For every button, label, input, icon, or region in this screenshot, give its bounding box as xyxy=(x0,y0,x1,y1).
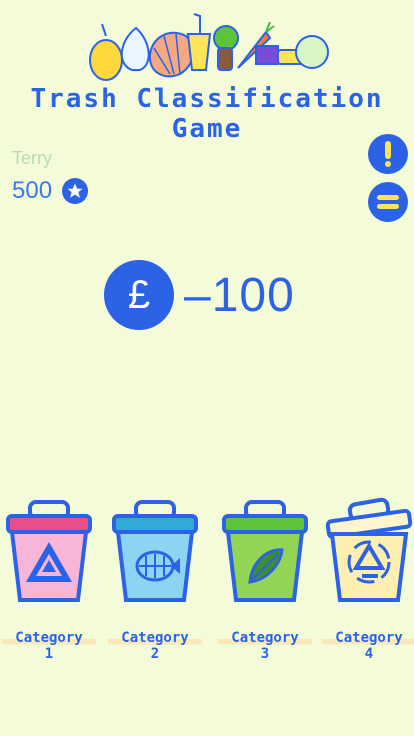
bin-1-label: Category xyxy=(2,630,96,646)
bin-category-1[interactable]: Category 1 xyxy=(2,496,96,676)
bin-2-number: 2 xyxy=(150,646,160,662)
pear-icon xyxy=(89,23,123,81)
star-icon xyxy=(62,178,89,204)
bin-3-number: 3 xyxy=(260,646,270,662)
alert-button[interactable] xyxy=(368,134,408,174)
bin-1-number: 1 xyxy=(44,646,54,662)
equals-icon xyxy=(377,195,399,209)
trash-bin-yellow-icon xyxy=(325,497,413,602)
title-line-2: Game xyxy=(171,114,243,144)
score-row: 500 xyxy=(12,177,172,205)
cup-icon xyxy=(186,13,212,71)
bin-2-label: Category xyxy=(108,630,202,646)
bin-4-number: 4 xyxy=(364,646,374,662)
bin-category-3[interactable]: Category 3 xyxy=(218,496,312,676)
hero-illustration xyxy=(89,13,329,81)
shell-icon xyxy=(148,31,194,78)
trash-bin-blue-icon xyxy=(112,500,198,602)
coin-icon: £ xyxy=(104,260,174,330)
bin-4-label: Category xyxy=(322,630,414,646)
player-score: 500 xyxy=(12,177,53,204)
page-title: Trash Classification Game xyxy=(0,84,414,144)
bins-row: Category 1 Category 2 Category 3 Categor… xyxy=(0,496,414,676)
box-icon xyxy=(255,45,279,65)
broccoli-icon xyxy=(213,25,239,71)
title-line-1: Trash Classification xyxy=(30,84,384,114)
menu-button[interactable] xyxy=(368,182,408,222)
bin-category-4[interactable]: Category 4 xyxy=(322,496,414,676)
bin-category-2[interactable]: Category 2 xyxy=(108,496,202,676)
exclamation-icon xyxy=(385,141,391,167)
bin-3-label: Category xyxy=(218,630,312,646)
trash-bin-pink-icon xyxy=(6,500,92,602)
garlic-icon xyxy=(121,26,150,71)
trash-bin-green-icon xyxy=(222,500,308,602)
delta-value: –100 xyxy=(184,268,295,322)
plate-icon xyxy=(295,35,329,69)
score-delta: £ –100 xyxy=(104,260,295,330)
player-panel: Terry 500 xyxy=(12,148,172,205)
player-name: Terry xyxy=(12,148,52,168)
